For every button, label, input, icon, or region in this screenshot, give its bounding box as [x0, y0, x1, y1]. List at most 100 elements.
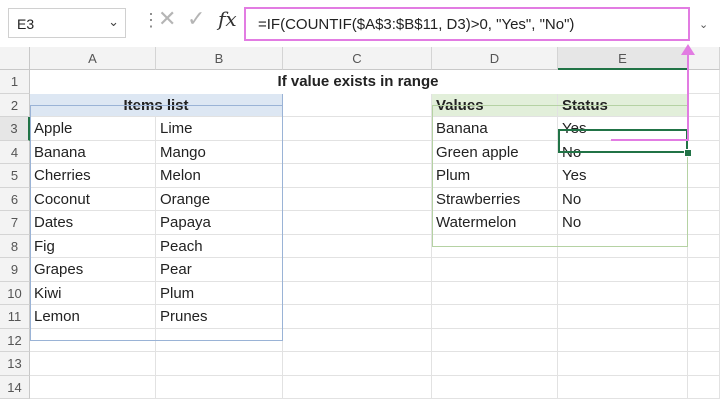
more-options-icon[interactable]: ⋮: [142, 10, 160, 31]
row-header-1[interactable]: 1: [0, 70, 30, 94]
cell-a2-merged[interactable]: Items list: [30, 93, 283, 117]
cell-e13[interactable]: [558, 352, 688, 376]
cell-b4[interactable]: Mango: [156, 140, 283, 164]
insert-function-icon[interactable]: fx: [218, 7, 237, 31]
cell-c12[interactable]: [283, 328, 432, 352]
column-header-b[interactable]: B: [156, 47, 283, 70]
cell-c14[interactable]: [283, 375, 432, 399]
cell-e9[interactable]: [558, 258, 688, 282]
cancel-icon[interactable]: ✕: [158, 6, 176, 32]
cell-b12[interactable]: [156, 328, 283, 352]
cell-a8[interactable]: Fig: [30, 234, 156, 258]
cell-c8[interactable]: [283, 234, 432, 258]
cell-a11[interactable]: Lemon: [30, 305, 156, 329]
formula-text: =IF(COUNTIF($A$3:$B$11, D3)>0, "Yes", "N…: [258, 16, 575, 33]
sheet-title: If value exists in range: [277, 73, 439, 90]
fill-handle[interactable]: [684, 149, 692, 157]
cell-d2[interactable]: Values: [432, 93, 558, 117]
cell-e10[interactable]: [558, 281, 688, 305]
row-header-12[interactable]: 12: [0, 328, 30, 352]
name-box[interactable]: E3 ⌄: [8, 8, 126, 38]
cell-c6[interactable]: [283, 187, 432, 211]
cell-b5[interactable]: Melon: [156, 164, 283, 188]
row-header-4[interactable]: 4: [0, 140, 30, 164]
cell-e8[interactable]: [558, 234, 688, 258]
cell-d9[interactable]: [432, 258, 558, 282]
cell-d4[interactable]: Green apple: [432, 140, 558, 164]
cell-c3[interactable]: [283, 117, 432, 141]
cell-d3[interactable]: Banana: [432, 117, 558, 141]
cell-c10[interactable]: [283, 281, 432, 305]
cell-b3[interactable]: Lime: [156, 117, 283, 141]
cell-c9[interactable]: [283, 258, 432, 282]
cell-b14[interactable]: [156, 375, 283, 399]
expand-formula-icon[interactable]: ⌄: [699, 18, 708, 31]
row-header-11[interactable]: 11: [0, 305, 30, 329]
cell-b13[interactable]: [156, 352, 283, 376]
cell-b8[interactable]: Peach: [156, 234, 283, 258]
column-header-a[interactable]: A: [30, 47, 156, 70]
item-value: Cherries: [34, 167, 91, 184]
column-header-d[interactable]: D: [432, 47, 558, 70]
cell-d6[interactable]: Strawberries: [432, 187, 558, 211]
cell-d14[interactable]: [432, 375, 558, 399]
cell-e3[interactable]: Yes: [558, 117, 688, 141]
cell-a7[interactable]: Dates: [30, 211, 156, 235]
cell-c2[interactable]: [283, 93, 432, 117]
select-all-corner[interactable]: [0, 47, 30, 70]
cell-d12[interactable]: [432, 328, 558, 352]
cell-e2[interactable]: Status: [558, 93, 688, 117]
cell-c4[interactable]: [283, 140, 432, 164]
cell-b10[interactable]: Plum: [156, 281, 283, 305]
cell-e7[interactable]: No: [558, 211, 688, 235]
cell-d11[interactable]: [432, 305, 558, 329]
cell-d10[interactable]: [432, 281, 558, 305]
cell-a3[interactable]: Apple: [30, 117, 156, 141]
cell-e4[interactable]: No: [558, 140, 688, 164]
cell-a13[interactable]: [30, 352, 156, 376]
cell-c5[interactable]: [283, 164, 432, 188]
cell-b11[interactable]: Prunes: [156, 305, 283, 329]
cell-a6[interactable]: Coconut: [30, 187, 156, 211]
status-value: Yes: [562, 167, 587, 184]
cell-a4[interactable]: Banana: [30, 140, 156, 164]
cell-e5[interactable]: Yes: [558, 164, 688, 188]
row-header-6[interactable]: 6: [0, 187, 30, 211]
row-header-13[interactable]: 13: [0, 352, 30, 376]
cell-d5[interactable]: Plum: [432, 164, 558, 188]
cell-e12[interactable]: [558, 328, 688, 352]
cell-a14[interactable]: [30, 375, 156, 399]
cell-d8[interactable]: [432, 234, 558, 258]
row-header-10[interactable]: 10: [0, 281, 30, 305]
row-header-7[interactable]: 7: [0, 211, 30, 235]
cell-c13[interactable]: [283, 352, 432, 376]
cell-c11[interactable]: [283, 305, 432, 329]
status-value: No: [562, 214, 582, 231]
row-header-14[interactable]: 14: [0, 375, 30, 399]
column-header-e[interactable]: E: [558, 47, 688, 70]
formula-input[interactable]: =IF(COUNTIF($A$3:$B$11, D3)>0, "Yes", "N…: [244, 7, 690, 41]
cell-a10[interactable]: Kiwi: [30, 281, 156, 305]
cell-e6[interactable]: No: [558, 187, 688, 211]
enter-icon[interactable]: ✓: [187, 6, 205, 32]
cell-d7[interactable]: Watermelon: [432, 211, 558, 235]
cell-a12[interactable]: [30, 328, 156, 352]
row-header-2[interactable]: 2: [0, 93, 30, 117]
cell-b6[interactable]: Orange: [156, 187, 283, 211]
cell-c7[interactable]: [283, 211, 432, 235]
item-value: Papaya: [160, 214, 211, 231]
cell-e14[interactable]: [558, 375, 688, 399]
item-value: Banana: [34, 143, 86, 161]
chevron-down-icon[interactable]: ⌄: [108, 14, 119, 30]
row-header-3[interactable]: 3: [0, 117, 30, 141]
cell-d13[interactable]: [432, 352, 558, 376]
cell-b9[interactable]: Pear: [156, 258, 283, 282]
row-header-5[interactable]: 5: [0, 164, 30, 188]
cell-e11[interactable]: [558, 305, 688, 329]
cell-a9[interactable]: Grapes: [30, 258, 156, 282]
cell-b7[interactable]: Papaya: [156, 211, 283, 235]
cell-a5[interactable]: Cherries: [30, 164, 156, 188]
row-header-9[interactable]: 9: [0, 258, 30, 282]
row-header-8[interactable]: 8: [0, 234, 30, 258]
column-header-c[interactable]: C: [283, 47, 432, 70]
